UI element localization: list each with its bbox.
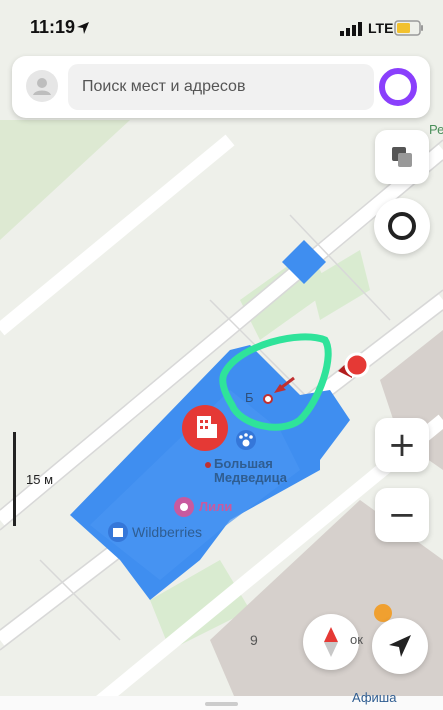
search-input[interactable]: Поиск мест и адресов: [68, 64, 374, 110]
edge-label-bottom-right: Афиша: [352, 690, 397, 705]
building-number-label: 9: [250, 632, 258, 648]
signal-icon: [340, 22, 362, 36]
status-time: 11:19: [30, 17, 76, 37]
layers-button[interactable]: [375, 130, 429, 184]
layers-icon: [392, 147, 412, 167]
route-icon: [388, 212, 416, 240]
scale-bar: [13, 432, 16, 526]
building-letter-label: Б: [245, 390, 254, 405]
poi-label-wildberries[interactable]: Wildberries: [132, 524, 202, 540]
zoom-out-label: −: [387, 495, 417, 535]
building-poi-icon[interactable]: [182, 405, 228, 451]
alice-icon[interactable]: [378, 67, 418, 107]
zoom-out-button[interactable]: −: [375, 488, 429, 542]
flower-icon[interactable]: [174, 497, 194, 517]
poi-label-bolshaya[interactable]: Большая Медведица: [214, 456, 287, 486]
zoom-in-button[interactable]: +: [375, 418, 429, 472]
search-bar: Поиск мест и адресов: [12, 56, 430, 118]
navigate-icon: [389, 635, 411, 657]
battery-icon: [394, 20, 423, 36]
scale-label: 15 м: [26, 472, 54, 487]
status-bar: 11:19 LTE: [0, 0, 443, 56]
edge-label-right-partial: ок: [350, 632, 363, 647]
route-button[interactable]: [374, 198, 430, 254]
network-type: LTE: [368, 20, 394, 36]
edge-label-top-right: Ре: [429, 122, 443, 137]
user-icon[interactable]: [26, 70, 58, 102]
compass-icon: [324, 627, 338, 657]
navigate-button[interactable]: [372, 618, 428, 674]
poi-label-lili[interactable]: Лили: [199, 499, 232, 514]
bag-icon[interactable]: [108, 522, 128, 542]
location-arrow-icon: [77, 22, 89, 34]
zoom-in-label: +: [387, 425, 417, 465]
paw-icon[interactable]: [236, 430, 256, 450]
